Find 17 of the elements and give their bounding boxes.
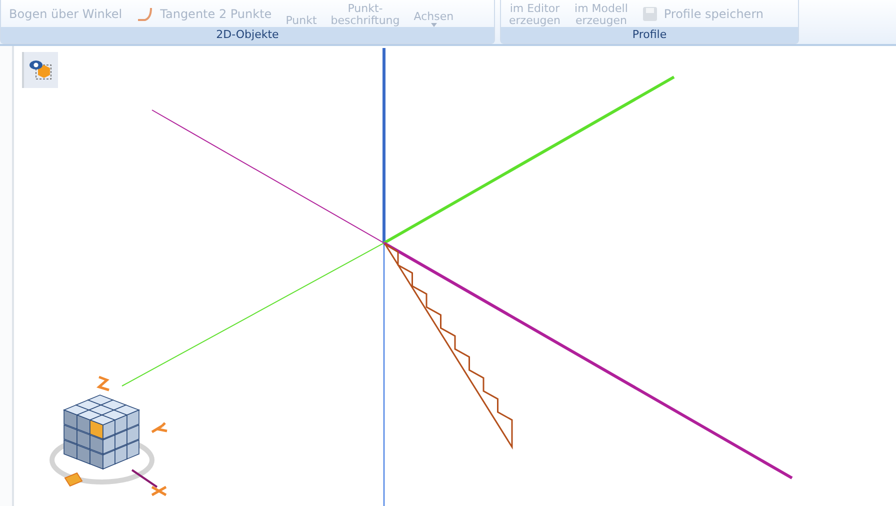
ribbon-label[interactable]: Bogen über Winkel [9,6,122,20]
tangent-icon[interactable] [136,6,154,22]
ribbon-label[interactable]: im Modell [574,3,628,15]
ribbon-label[interactable]: Profile speichern [664,6,764,20]
ribbon-label[interactable]: Achsen [414,11,454,23]
ribbon-label[interactable]: Punkt [286,15,317,27]
ribbon-label[interactable]: Punkt- [348,3,383,15]
group-label: 2D-Objekte [1,27,494,43]
ribbon-label[interactable]: beschriftung [330,15,400,27]
eye-cube-icon [29,58,53,82]
view-button[interactable] [22,52,58,88]
ribbon-label[interactable]: Tangente 2 Punkte [160,6,272,20]
group-label: Profile [501,27,798,43]
ribbon-label[interactable]: im Editor [510,3,560,15]
ribbon-label[interactable]: erzeugen [575,15,627,27]
view-cube-drawing[interactable] [50,376,168,496]
ribbon-label[interactable]: erzeugen [509,15,561,27]
